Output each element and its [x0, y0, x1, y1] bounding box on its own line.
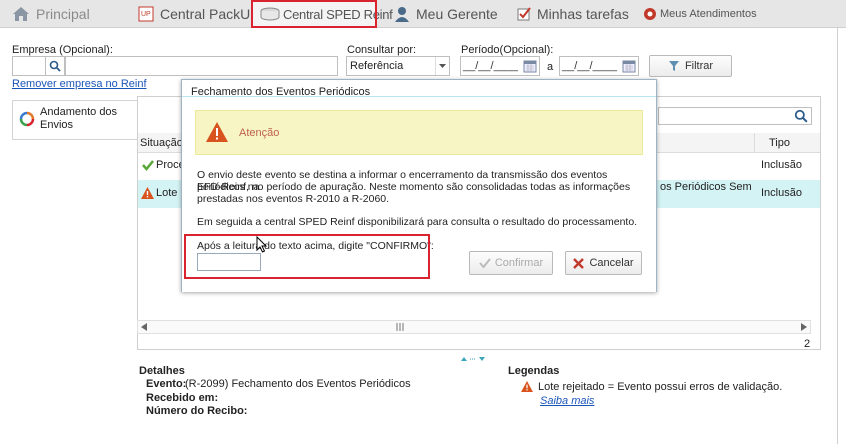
tab-label: Meu Gerente: [416, 6, 498, 22]
recebido-label: Recebido em:: [146, 392, 219, 404]
saiba-mais-link[interactable]: Saiba mais: [540, 395, 594, 407]
modal-paragraph-2: Em seguida a central SPED Reinf disponib…: [197, 216, 638, 228]
close-icon: [573, 257, 585, 269]
consultar-label: Consultar por:: [347, 44, 417, 56]
remover-empresa-link[interactable]: Remover empresa no Reinf: [12, 78, 147, 90]
nav-label-line1: Andamento dos: [40, 106, 118, 118]
modal-paragraph-1-line-2: EFD-Reinf, no período de apuração. Neste…: [197, 181, 631, 193]
scroll-grip-icon[interactable]: [396, 323, 404, 331]
panel-search-input[interactable]: [658, 107, 812, 125]
row-descricao: os Periódicos Sem: [660, 181, 752, 193]
top-tab-bar: Principal UP Central PackUp Central SPED…: [0, 0, 846, 28]
tab-label: Meus Atendimentos: [660, 8, 757, 20]
tab-label: Minhas tarefas: [537, 6, 629, 22]
calendar-icon[interactable]: [523, 59, 537, 73]
refresh-icon: [19, 111, 35, 127]
legend-title: Legendas: [508, 365, 560, 377]
periodo-separator: a: [547, 61, 554, 73]
nav-label-line2: Envios: [40, 119, 74, 131]
confirmar-label: Confirmar: [494, 257, 544, 269]
periodo-from-value: __/__/____: [463, 60, 519, 72]
evento-label: Evento:: [146, 378, 187, 390]
recibo-label: Número do Recibo:: [146, 405, 248, 417]
cancelar-label: Cancelar: [589, 257, 634, 269]
tab-central-sped-reinf[interactable]: Central SPED Reinf: [251, 0, 393, 28]
details-title: Detalhes: [139, 365, 185, 377]
evento-value: (R-2099) Fechamento dos Eventos Periódic…: [185, 378, 411, 390]
upload-icon: UP: [138, 6, 154, 22]
tab-label: Central SPED Reinf: [283, 6, 393, 22]
legend-item: Lote rejeitado = Evento possui erros de …: [538, 381, 783, 393]
calendar-icon[interactable]: [622, 59, 636, 73]
scroll-right-icon[interactable]: [801, 323, 807, 331]
home-icon: [12, 6, 30, 22]
tab-label: Central PackUp: [160, 6, 259, 22]
empresa-search-button[interactable]: [45, 56, 65, 76]
modal-paragraph-1-line-3: prestadas nos eventos R-2010 a R-2060.: [197, 193, 390, 205]
scroll-left-icon[interactable]: [141, 323, 147, 331]
warning-icon: [141, 187, 154, 199]
filtrar-label: Filtrar: [684, 60, 714, 72]
tab-meus-atendimentos[interactable]: Meus Atendimentos: [643, 0, 757, 28]
horizontal-scrollbar[interactable]: [137, 320, 811, 334]
periodo-label: Período(Opcional):: [461, 44, 554, 56]
tab-principal[interactable]: Principal: [12, 0, 90, 28]
mouse-cursor-icon: [256, 236, 267, 253]
consultar-select[interactable]: Referência: [346, 56, 450, 76]
svg-text:UP: UP: [141, 11, 151, 18]
chevron-down-icon: [435, 57, 449, 75]
row-situacao: Lote r: [156, 187, 185, 199]
empresa-label: Empresa (Opcional):: [12, 44, 113, 56]
confirm-input-highlight: [184, 234, 430, 279]
periodo-from-input[interactable]: __/__/____: [460, 56, 540, 76]
tab-label: Principal: [36, 6, 90, 22]
header-situacao[interactable]: Situação: [140, 137, 183, 149]
periodo-to-value: __/__/____: [562, 60, 618, 72]
support-icon: [643, 7, 657, 21]
warning-icon: [205, 121, 229, 143]
empresa-name-input[interactable]: [65, 56, 338, 76]
header-tipo[interactable]: Tipo: [769, 137, 790, 149]
warning-icon: [521, 381, 533, 392]
user-icon: [394, 6, 410, 22]
tab-meu-gerente[interactable]: Meu Gerente: [394, 0, 498, 28]
tab-central-packup[interactable]: UP Central PackUp: [138, 0, 258, 28]
periodo-to-input[interactable]: __/__/____: [559, 56, 639, 76]
check-icon: [142, 159, 154, 171]
check-icon: [479, 258, 491, 268]
checkbox-icon: [517, 7, 531, 21]
filter-icon: [668, 61, 679, 71]
row-tipo: Inclusão: [761, 159, 802, 171]
row-tipo: Inclusão: [761, 187, 802, 199]
database-icon: [260, 7, 280, 21]
search-icon[interactable]: [794, 109, 808, 123]
consultar-value: Referência: [350, 60, 404, 72]
nav-andamento-envios[interactable]: Andamento dos Envios: [12, 100, 138, 140]
cancelar-button[interactable]: Cancelar: [565, 251, 642, 275]
empresa-code-input[interactable]: [12, 56, 46, 76]
record-count: 2: [804, 338, 811, 350]
search-icon: [49, 60, 61, 72]
tab-minhas-tarefas[interactable]: Minhas tarefas: [517, 0, 629, 28]
warning-banner: Atenção: [195, 110, 643, 155]
filtrar-button[interactable]: Filtrar: [649, 55, 732, 77]
splitter-handle-icon[interactable]: [459, 356, 487, 362]
warning-title: Atenção: [239, 127, 280, 139]
confirmar-button[interactable]: Confirmar: [469, 251, 553, 275]
